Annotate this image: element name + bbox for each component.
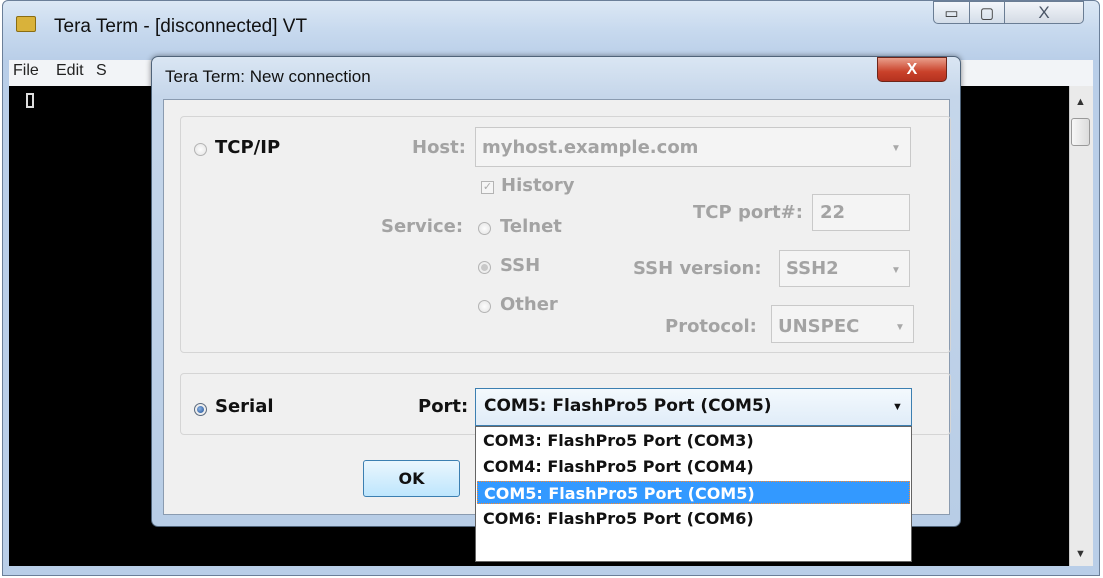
port-option-com6[interactable]: COM6: FlashPro5 Port (COM6) <box>477 507 910 530</box>
service-other-radio[interactable] <box>478 300 491 313</box>
vertical-scrollbar[interactable] <box>1069 86 1093 566</box>
scroll-down-arrow-icon[interactable]: ▼ <box>1075 548 1086 560</box>
history-checkbox[interactable]: ✓ <box>481 181 494 194</box>
ssh-version-dropdown-arrow-icon[interactable]: ▼ <box>891 265 901 276</box>
scroll-up-arrow-icon[interactable]: ▲ <box>1075 96 1086 108</box>
menu-edit[interactable]: Edit <box>56 62 84 80</box>
dialog-title: Tera Term: New connection <box>165 67 371 86</box>
port-label: Port: <box>418 396 469 417</box>
port-value: COM5: FlashPro5 Port (COM5) <box>484 396 772 416</box>
teraterm-app-icon <box>16 16 36 32</box>
host-value: myhost.example.com <box>482 137 699 158</box>
menu-file[interactable]: File <box>13 62 39 80</box>
port-option-com3[interactable]: COM3: FlashPro5 Port (COM3) <box>477 429 910 452</box>
dialog-close-button[interactable]: X <box>877 57 947 82</box>
port-option-com5[interactable]: COM5: FlashPro5 Port (COM5) <box>477 481 910 504</box>
ok-button[interactable]: OK <box>363 460 460 497</box>
host-label: Host: <box>412 137 466 158</box>
tcp-port-label: TCP port#: <box>693 202 803 223</box>
maximize-button[interactable]: ▢ <box>969 1 1005 24</box>
service-telnet-radio[interactable] <box>478 222 491 235</box>
terminal-cursor <box>26 93 34 108</box>
service-ssh-label: SSH <box>500 255 541 276</box>
ssh-version-value: SSH2 <box>786 258 839 279</box>
close-window-button[interactable]: X <box>1004 1 1084 24</box>
tcpip-label: TCP/IP <box>215 137 281 158</box>
window-title: Tera Term - [disconnected] VT <box>54 16 308 37</box>
service-telnet-label: Telnet <box>500 216 562 237</box>
protocol-value: UNSPEC <box>778 316 860 337</box>
tcp-port-value: 22 <box>820 202 846 223</box>
menu-setup[interactable]: S <box>96 62 107 80</box>
port-dropdown-arrow-icon[interactable]: ▼ <box>892 401 903 413</box>
serial-radio[interactable] <box>194 403 207 416</box>
port-option-com4[interactable]: COM4: FlashPro5 Port (COM4) <box>477 455 910 478</box>
service-other-label: Other <box>500 294 558 315</box>
ssh-version-label: SSH version: <box>633 258 762 279</box>
service-label: Service: <box>381 216 464 237</box>
protocol-label: Protocol: <box>665 316 757 337</box>
serial-label: Serial <box>215 396 274 417</box>
scroll-thumb[interactable] <box>1071 118 1090 146</box>
service-ssh-radio[interactable] <box>478 261 491 274</box>
history-label: History <box>501 175 575 196</box>
host-dropdown-arrow-icon[interactable]: ▼ <box>891 143 901 154</box>
tcpip-radio[interactable] <box>194 143 207 156</box>
protocol-dropdown-arrow-icon[interactable]: ▼ <box>895 322 905 333</box>
minimize-button[interactable]: ▭ <box>933 1 970 24</box>
